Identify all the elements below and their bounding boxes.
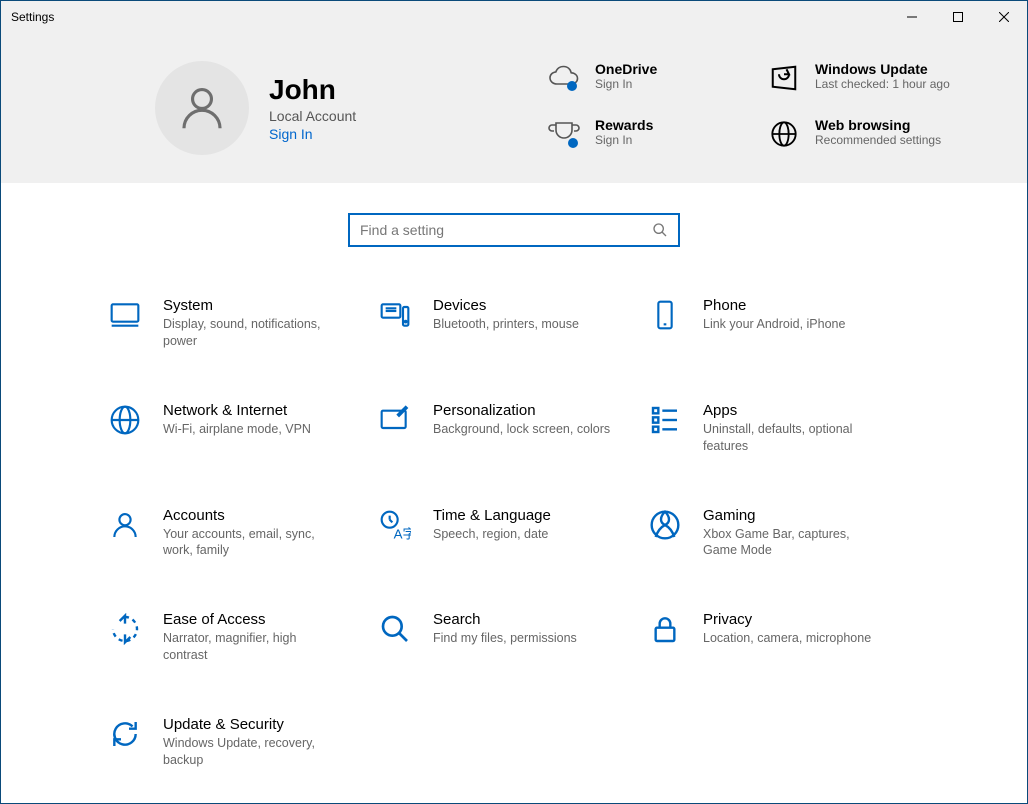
update-security-icon	[109, 718, 141, 750]
category-title: Time & Language	[433, 507, 551, 524]
user-block: John Local Account Sign In	[155, 61, 547, 155]
category-title: Privacy	[703, 611, 871, 628]
category-title: Search	[433, 611, 577, 628]
status-web-browsing[interactable]: Web browsing Recommended settings	[767, 117, 967, 155]
status-sub: Recommended settings	[815, 133, 941, 149]
window-controls	[889, 1, 1027, 33]
category-sub: Xbox Game Bar, captures, Game Mode	[703, 526, 883, 560]
category-title: Phone	[703, 297, 845, 314]
search-box[interactable]	[348, 213, 680, 247]
settings-window: Settings John Local Account Sign	[0, 0, 1028, 804]
category-ease-of-access[interactable]: Ease of Access Narrator, magnifier, high…	[109, 611, 379, 664]
category-phone[interactable]: Phone Link your Android, iPhone	[649, 297, 919, 350]
status-rewards[interactable]: Rewards Sign In	[547, 117, 747, 155]
category-sub: Background, lock screen, colors	[433, 421, 610, 438]
status-title: Rewards	[595, 117, 653, 133]
status-title: Windows Update	[815, 61, 950, 77]
maximize-button[interactable]	[935, 1, 981, 33]
privacy-icon	[649, 613, 681, 645]
category-sub: Location, camera, microphone	[703, 630, 871, 647]
gaming-icon	[649, 509, 681, 541]
window-title: Settings	[11, 10, 54, 24]
category-sub: Bluetooth, printers, mouse	[433, 316, 579, 333]
category-apps[interactable]: Apps Uninstall, defaults, optional featu…	[649, 402, 919, 455]
category-sub: Narrator, magnifier, high contrast	[163, 630, 343, 664]
category-sub: Uninstall, defaults, optional features	[703, 421, 883, 455]
category-sub: Your accounts, email, sync, work, family	[163, 526, 343, 560]
user-name: John	[269, 74, 356, 106]
category-title: Personalization	[433, 402, 610, 419]
devices-icon	[379, 299, 411, 331]
categories-grid: System Display, sound, notifications, po…	[1, 297, 1027, 803]
onedrive-icon	[547, 61, 581, 95]
globe-icon	[767, 117, 801, 151]
minimize-button[interactable]	[889, 1, 935, 33]
category-update-security[interactable]: Update & Security Windows Update, recove…	[109, 716, 379, 769]
svg-text:A字: A字	[394, 526, 411, 541]
category-sub: Windows Update, recovery, backup	[163, 735, 343, 769]
status-sub: Last checked: 1 hour ago	[815, 77, 950, 93]
category-time-language[interactable]: A字 Time & Language Speech, region, date	[379, 507, 649, 560]
header: John Local Account Sign In OneDrive Sign…	[1, 33, 1027, 183]
category-search[interactable]: Search Find my files, permissions	[379, 611, 649, 664]
personalization-icon	[379, 404, 411, 436]
minimize-icon	[907, 12, 917, 22]
status-sub: Sign In	[595, 77, 657, 93]
category-system[interactable]: System Display, sound, notifications, po…	[109, 297, 379, 350]
account-type: Local Account	[269, 108, 356, 124]
windows-update-icon	[767, 61, 801, 95]
time-language-icon: A字	[379, 509, 411, 541]
system-icon	[109, 299, 141, 331]
category-personalization[interactable]: Personalization Background, lock screen,…	[379, 402, 649, 455]
accounts-icon	[109, 509, 141, 541]
network-icon	[109, 404, 141, 436]
category-sub: Find my files, permissions	[433, 630, 577, 647]
phone-icon	[649, 299, 681, 331]
category-sub: Speech, region, date	[433, 526, 551, 543]
category-network[interactable]: Network & Internet Wi-Fi, airplane mode,…	[109, 402, 379, 455]
category-sub: Display, sound, notifications, power	[163, 316, 343, 350]
category-privacy[interactable]: Privacy Location, camera, microphone	[649, 611, 919, 664]
category-title: Network & Internet	[163, 402, 311, 419]
close-button[interactable]	[981, 1, 1027, 33]
close-icon	[999, 12, 1009, 22]
status-onedrive[interactable]: OneDrive Sign In	[547, 61, 747, 99]
status-title: OneDrive	[595, 61, 657, 77]
user-icon	[175, 81, 229, 135]
category-title: Update & Security	[163, 716, 343, 733]
category-gaming[interactable]: Gaming Xbox Game Bar, captures, Game Mod…	[649, 507, 919, 560]
search-input[interactable]	[360, 222, 652, 238]
category-sub: Link your Android, iPhone	[703, 316, 845, 333]
category-title: Apps	[703, 402, 883, 419]
status-sub: Sign In	[595, 133, 653, 149]
category-title: Ease of Access	[163, 611, 343, 628]
content: System Display, sound, notifications, po…	[1, 183, 1027, 803]
search-category-icon	[379, 613, 411, 645]
ease-of-access-icon	[109, 613, 141, 645]
status-grid: OneDrive Sign In Windows Update Last che…	[547, 61, 967, 155]
user-text: John Local Account Sign In	[269, 74, 356, 142]
category-title: Devices	[433, 297, 579, 314]
apps-icon	[649, 404, 681, 436]
category-sub: Wi-Fi, airplane mode, VPN	[163, 421, 311, 438]
search-wrap	[1, 183, 1027, 297]
maximize-icon	[953, 12, 963, 22]
category-title: System	[163, 297, 343, 314]
avatar	[155, 61, 249, 155]
status-windows-update[interactable]: Windows Update Last checked: 1 hour ago	[767, 61, 967, 99]
category-devices[interactable]: Devices Bluetooth, printers, mouse	[379, 297, 649, 350]
sign-in-link[interactable]: Sign In	[269, 126, 356, 142]
titlebar: Settings	[1, 1, 1027, 33]
search-icon	[652, 222, 668, 238]
rewards-icon	[547, 117, 581, 151]
category-accounts[interactable]: Accounts Your accounts, email, sync, wor…	[109, 507, 379, 560]
category-title: Gaming	[703, 507, 883, 524]
status-title: Web browsing	[815, 117, 941, 133]
category-title: Accounts	[163, 507, 343, 524]
